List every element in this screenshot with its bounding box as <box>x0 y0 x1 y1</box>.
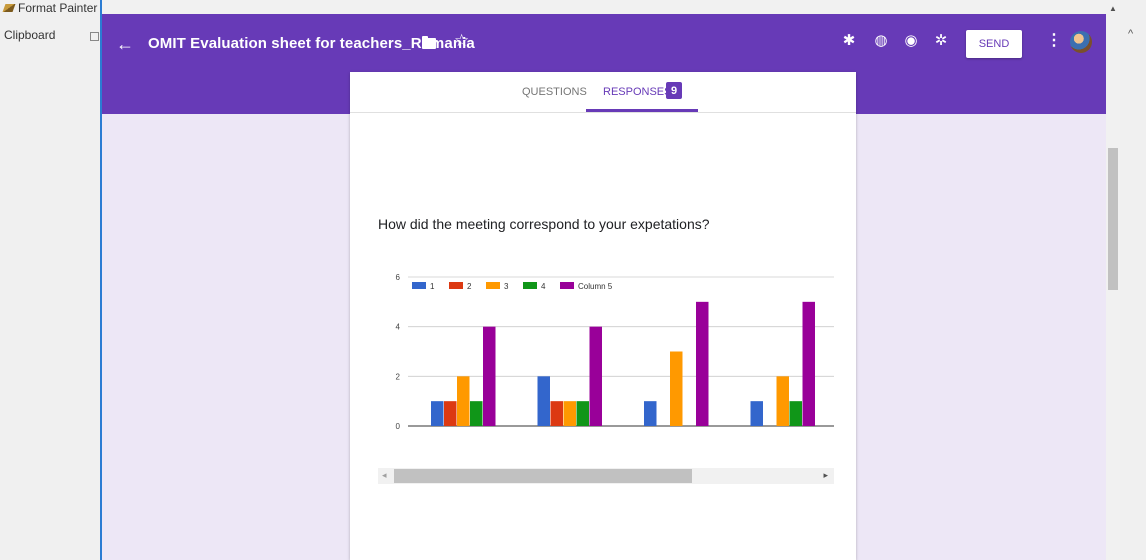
more-options-icon[interactable]: ⋮ <box>1046 30 1062 50</box>
scroll-left-arrow-icon[interactable]: ◂ <box>382 470 387 481</box>
tab-responses[interactable]: RESPONSES <box>603 86 671 98</box>
back-arrow-icon[interactable]: ← <box>116 34 134 55</box>
clipboard-launcher-icon[interactable] <box>90 32 99 41</box>
addons-puzzle-icon[interactable]: ✱ <box>840 31 858 49</box>
responses-card: QUESTIONS RESPONSES 9 How did the meetin… <box>350 72 856 560</box>
y-tick-label: 6 <box>396 273 401 282</box>
legend-label: 3 <box>504 282 509 291</box>
bar <box>563 401 576 426</box>
scrollbar-thumb[interactable] <box>394 469 692 483</box>
legend-label: 1 <box>430 282 435 291</box>
star-icon[interactable]: ☆ <box>454 31 469 51</box>
send-button[interactable]: SEND <box>966 30 1022 58</box>
page-vertical-scrollbar[interactable]: ▲ <box>1106 0 1120 560</box>
legend-swatch <box>523 282 537 289</box>
response-bar-chart: 0 2 4 6 1 2 3 4 Column 5 <box>396 273 834 431</box>
tab-questions[interactable]: QUESTIONS <box>522 86 587 98</box>
forms-window: ← OMIT Evaluation sheet for teachers_Rom… <box>102 0 1106 560</box>
bar <box>696 301 709 426</box>
y-tick-label: 2 <box>396 372 401 381</box>
y-tick-label: 0 <box>396 422 401 431</box>
bar <box>802 301 815 426</box>
collapse-ribbon-icon[interactable]: ^ <box>1128 28 1133 40</box>
y-tick-label: 4 <box>396 323 401 332</box>
bar <box>431 401 444 426</box>
settings-gear-icon[interactable]: ✲ <box>932 31 950 49</box>
bar <box>457 376 470 426</box>
preview-eye-icon[interactable]: ◉ <box>902 31 920 49</box>
page-scrollbar-thumb[interactable] <box>1108 148 1118 290</box>
bar <box>670 351 683 426</box>
excel-ribbon-panel: Format Painter Clipboard <box>0 0 102 560</box>
legend-swatch <box>449 282 463 289</box>
avatar[interactable] <box>1070 31 1092 53</box>
scroll-right-arrow-icon[interactable]: ▸ <box>823 470 828 481</box>
ribbon-right-edge: ^ <box>1120 0 1146 560</box>
palette-icon[interactable]: ◍ <box>872 31 890 49</box>
question-title: How did the meeting correspond to your e… <box>378 216 710 232</box>
active-tab-indicator <box>586 109 698 112</box>
legend-swatch <box>412 282 426 289</box>
legend-swatch <box>560 282 574 289</box>
format-painter-label: Format Painter <box>18 1 98 15</box>
folder-icon[interactable] <box>422 36 436 49</box>
bar <box>470 401 483 426</box>
bar <box>537 376 550 426</box>
legend-label: 4 <box>541 282 546 291</box>
bar <box>789 401 802 426</box>
chart-horizontal-scrollbar[interactable]: ◂ ▸ <box>378 468 834 484</box>
bar <box>444 401 457 426</box>
format-painter-button[interactable]: Format Painter <box>2 0 98 16</box>
tab-bar: QUESTIONS RESPONSES 9 <box>350 72 856 113</box>
bar <box>483 326 496 426</box>
response-count-badge: 9 <box>666 82 682 99</box>
clipboard-group-label: Clipboard <box>4 28 56 42</box>
scroll-up-arrow-icon[interactable]: ▲ <box>1109 4 1117 13</box>
format-painter-icon <box>2 4 16 12</box>
bar <box>644 401 657 426</box>
browser-strip <box>102 0 1106 14</box>
bar <box>589 326 602 426</box>
bar <box>576 401 589 426</box>
bar <box>776 376 789 426</box>
bar <box>550 401 563 426</box>
legend-swatch <box>486 282 500 289</box>
legend-label: 2 <box>467 282 472 291</box>
legend-label: Column 5 <box>578 282 613 291</box>
bar <box>750 401 763 426</box>
